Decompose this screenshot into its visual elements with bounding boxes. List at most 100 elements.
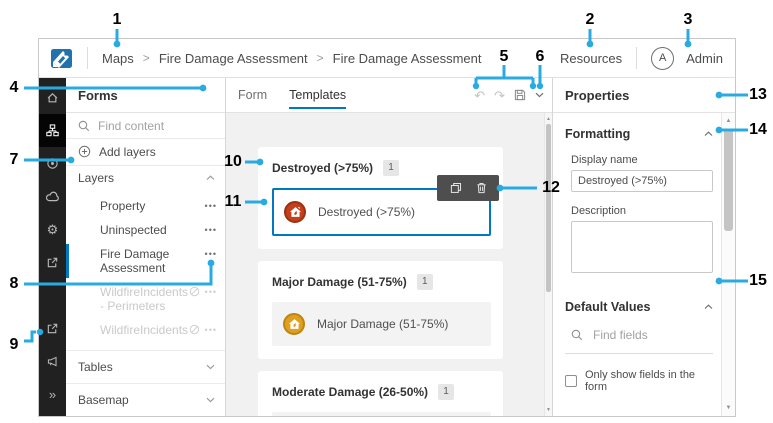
templates-panel: Form Templates ↶ ↷ Destroyed (>75%) 1 De… — [226, 78, 552, 416]
layer-options-menu-icon[interactable]: ••• — [205, 223, 217, 237]
layers-section-toggle[interactable]: Layers — [66, 166, 225, 190]
rail-forms-icon[interactable] — [39, 114, 66, 147]
app-window: Maps > Fire Damage Assessment > Fire Dam… — [38, 38, 736, 417]
annotation-leader-9 — [24, 330, 36, 343]
only-show-fields-row: Only show fields in the form — [565, 369, 713, 393]
tables-section-label: Tables — [78, 360, 113, 374]
template-hover-toolbar — [437, 175, 499, 201]
display-name-label: Display name — [571, 154, 638, 166]
tab-form[interactable]: Form — [238, 78, 267, 112]
layer-row-uninspected[interactable]: Uninspected ••• — [66, 218, 225, 242]
tables-section-toggle[interactable]: Tables — [66, 350, 225, 383]
save-icon[interactable] — [514, 89, 526, 101]
save-menu-caret-icon[interactable] — [535, 92, 544, 98]
rail-settings-icon[interactable]: ⚙ — [39, 213, 66, 246]
annotation-8: 8 — [9, 275, 19, 292]
forms-panel: Forms Add layers Layers Property ••• — [66, 78, 226, 416]
templates-panel-header: Form Templates ↶ ↷ — [226, 78, 552, 113]
templates-scrollbar[interactable]: ▲ ▼ — [544, 113, 552, 416]
only-show-fields-label: Only show fields in the form — [585, 369, 696, 393]
rail-spacer — [39, 279, 66, 312]
find-fields-input[interactable] — [593, 328, 713, 342]
tab-templates[interactable]: Templates — [289, 78, 346, 112]
rail-export-icon[interactable] — [39, 312, 66, 345]
add-layers-button[interactable]: Add layers — [66, 139, 225, 166]
chevron-up-icon — [206, 175, 215, 180]
layer-options-menu-icon[interactable]: ••• — [205, 323, 217, 337]
breadcrumb: Maps > Fire Damage Assessment > Fire Dam… — [102, 51, 482, 66]
user-menu[interactable]: Admin — [686, 51, 723, 66]
chevron-down-icon — [206, 364, 215, 370]
layer-name: WildfireIncidents — [100, 323, 189, 337]
template-group-moderate-damage: Moderate Damage (26-50%) 1 Moderate Dama… — [258, 371, 503, 416]
rail-offline-icon[interactable] — [39, 180, 66, 213]
layer-row-property[interactable]: Property ••• — [66, 194, 225, 218]
layer-name: Property — [100, 199, 146, 213]
rail-sharing-icon[interactable] — [39, 246, 66, 279]
scroll-down-arrow-icon[interactable]: ▼ — [545, 406, 552, 414]
resources-link[interactable]: Resources — [560, 51, 622, 66]
template-group-major-damage: Major Damage (51-75%) 1 Major Damage (51… — [258, 261, 503, 359]
template-item-major-damage[interactable]: Major Damage (51-75%) — [272, 302, 491, 346]
layer-options-menu-icon[interactable]: ••• — [205, 247, 217, 261]
description-textarea[interactable] — [571, 221, 713, 273]
search-icon — [571, 329, 583, 341]
only-show-fields-checkbox[interactable] — [565, 375, 577, 387]
template-item-moderate-damage[interactable]: Moderate Damage (26-50%) — [272, 412, 491, 416]
delete-icon[interactable] — [476, 182, 487, 194]
group-title: Destroyed (>75%) — [272, 161, 374, 175]
destroyed-symbol-icon — [284, 201, 306, 223]
forms-panel-title: Forms — [66, 78, 225, 113]
layer-row-fire-damage-assessment[interactable]: Fire Damage Assessment ••• — [66, 242, 225, 280]
breadcrumb-maps[interactable]: Maps — [102, 51, 134, 66]
group-count-badge: 1 — [416, 274, 433, 290]
avatar[interactable]: A — [651, 46, 675, 70]
formatting-section-label: Formatting — [565, 127, 631, 141]
group-count-badge: 1 — [383, 160, 400, 176]
annotation-10: 10 — [224, 153, 242, 170]
formatting-section-header: Formatting — [565, 127, 713, 141]
find-content-input[interactable] — [98, 118, 215, 133]
scrollbar-thumb[interactable] — [546, 124, 551, 292]
navigation-rail: ⚙ » — [39, 78, 66, 416]
redo-icon[interactable]: ↷ — [494, 89, 505, 102]
annotation-12: 12 — [542, 179, 560, 196]
templates-list: Destroyed (>75%) 1 Destroyed (>75%) Majo… — [226, 113, 544, 416]
annotation-3: 3 — [683, 11, 693, 28]
app-header: Maps > Fire Damage Assessment > Fire Dam… — [39, 39, 735, 78]
layer-name: Uninspected — [100, 223, 167, 237]
rail-feedback-icon[interactable] — [39, 345, 66, 378]
chevron-up-icon[interactable] — [704, 304, 713, 310]
rail-targets-icon[interactable] — [39, 147, 66, 180]
header-divider — [636, 47, 638, 69]
layer-options-menu-icon[interactable]: ••• — [205, 199, 217, 213]
rail-home-icon[interactable] — [39, 81, 66, 114]
layer-options-menu-icon[interactable]: ••• — [205, 285, 217, 299]
add-layers-label: Add layers — [99, 144, 156, 159]
scroll-up-arrow-icon[interactable]: ▲ — [722, 116, 735, 126]
scroll-up-arrow-icon[interactable]: ▲ — [545, 115, 552, 123]
not-supported-icon — [189, 324, 199, 335]
chevron-up-icon[interactable] — [704, 131, 713, 137]
annotation-6: 6 — [535, 48, 545, 65]
basemap-section-toggle[interactable]: Basemap — [66, 383, 225, 416]
find-fields-search[interactable] — [565, 314, 713, 354]
default-values-section-header: Default Values — [565, 300, 713, 314]
duplicate-icon[interactable] — [450, 182, 462, 194]
plus-circle-icon — [78, 146, 91, 158]
display-name-input[interactable] — [571, 170, 713, 192]
breadcrumb-map-name[interactable]: Fire Damage Assessment — [159, 51, 308, 66]
properties-scrollbar[interactable]: ▲ ▼ — [721, 113, 735, 416]
group-title: Moderate Damage (26-50%) — [272, 385, 429, 399]
layer-row-wildfire-incidents[interactable]: WildfireIncidents ••• — [66, 318, 225, 342]
find-content-search[interactable] — [66, 113, 225, 140]
rail-expand-icon[interactable]: » — [39, 378, 66, 411]
scrollbar-thumb[interactable] — [724, 129, 733, 231]
layer-row-wildfire-perimeters[interactable]: WildfireIncidents - Perimeters ••• — [66, 280, 225, 318]
undo-icon[interactable]: ↶ — [474, 89, 485, 102]
scroll-down-arrow-icon[interactable]: ▼ — [722, 403, 735, 413]
properties-panel: Properties Formatting Display name Descr… — [552, 78, 735, 416]
chevron-down-icon — [206, 397, 215, 403]
group-count-badge: 1 — [438, 384, 455, 400]
